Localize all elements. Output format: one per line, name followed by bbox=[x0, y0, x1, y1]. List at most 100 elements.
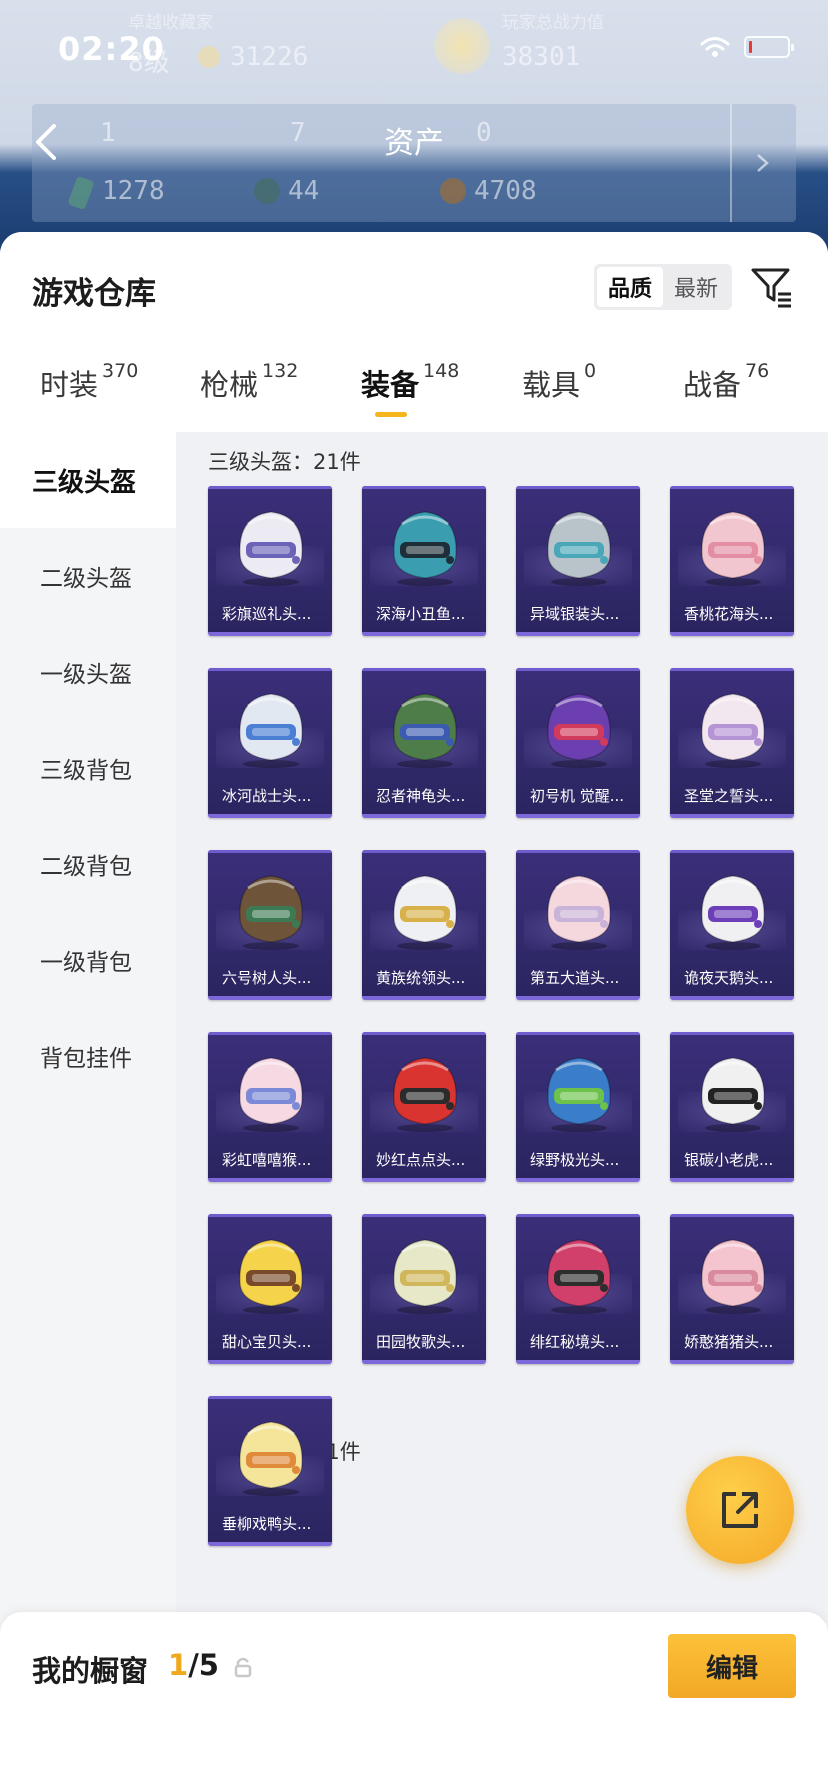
showcase-label: 我的橱窗 bbox=[32, 1654, 149, 1688]
coin-amount: 31226 bbox=[230, 42, 309, 72]
item-card[interactable]: 深海小丑鱼... bbox=[362, 486, 486, 636]
helmet-icon bbox=[701, 1239, 765, 1314]
item-card[interactable]: 冰河战士头... bbox=[208, 668, 332, 818]
item-name: 彩旗巡礼头... bbox=[222, 605, 312, 623]
item-card[interactable]: 彩旗巡礼头... bbox=[208, 486, 332, 636]
active-tab-indicator bbox=[375, 412, 407, 417]
tab-count: 132 bbox=[262, 360, 299, 382]
item-card[interactable]: 黄族统领头... bbox=[362, 850, 486, 1000]
item-card[interactable]: 银碳小老虎... bbox=[670, 1032, 794, 1182]
battery-icon bbox=[744, 36, 794, 58]
item-name: 忍者神龟头... bbox=[376, 787, 466, 805]
helmet-icon bbox=[547, 1239, 611, 1314]
edit-button[interactable]: 编辑 bbox=[668, 1634, 796, 1698]
helmet-icon bbox=[239, 1057, 303, 1132]
sidebar-item-level2-backpack[interactable]: 二级背包 bbox=[0, 816, 176, 912]
tab-vehicles[interactable]: 载具 0 bbox=[522, 360, 597, 404]
warehouse-title: 游戏仓库 bbox=[32, 276, 156, 312]
item-name: 绿野极光头... bbox=[530, 1151, 620, 1169]
tab-combat-gear[interactable]: 战备 76 bbox=[683, 360, 770, 404]
section-title-level3-helmet: 三级头盔：21件 bbox=[208, 450, 361, 474]
showcase-bar: 我的橱窗 1/5 编辑 bbox=[0, 1612, 828, 1792]
tab-label: 时装 bbox=[40, 368, 99, 402]
helmet-icon bbox=[393, 875, 457, 950]
item-card[interactable]: 六号树人头... bbox=[208, 850, 332, 1000]
sort-quality-button[interactable]: 品质 bbox=[597, 267, 663, 307]
helmet-icon bbox=[239, 693, 303, 768]
sidebar-item-level3-backpack[interactable]: 三级背包 bbox=[0, 720, 176, 816]
power-emblem-icon bbox=[434, 18, 490, 74]
item-name: 银碳小老虎... bbox=[684, 1151, 774, 1169]
bronze-coin-icon bbox=[440, 178, 466, 204]
power-label: 玩家总战力值 bbox=[502, 13, 604, 33]
sort-newest-button[interactable]: 最新 bbox=[663, 267, 729, 307]
item-name: 甜心宝贝头... bbox=[222, 1333, 312, 1351]
sidebar-item-level1-backpack[interactable]: 一级背包 bbox=[0, 912, 176, 1008]
item-name: 圣堂之誓头... bbox=[684, 787, 774, 805]
stat-row3-b: 44 bbox=[288, 176, 320, 206]
category-tabs: 时装 370 枪械 132 装备 148 载具 0 战备 76 bbox=[0, 360, 828, 424]
helmet-icon bbox=[393, 693, 457, 768]
subcategory-sidebar: 三级头盔 二级头盔 一级头盔 三级背包 二级背包 一级背包 背包挂件 bbox=[0, 432, 176, 1622]
helmet-icon bbox=[239, 511, 303, 586]
item-name: 垂柳戏鸭头... bbox=[222, 1515, 312, 1533]
item-name: 黄族统领头... bbox=[376, 969, 466, 987]
item-card[interactable]: 绿野极光头... bbox=[516, 1032, 640, 1182]
item-name: 深海小丑鱼... bbox=[376, 605, 466, 623]
item-name: 娇憨猪猪头... bbox=[684, 1333, 774, 1351]
item-card[interactable]: 圣堂之誓头... bbox=[670, 668, 794, 818]
tab-label: 载具 bbox=[522, 368, 581, 402]
tab-count: 148 bbox=[423, 360, 460, 382]
wifi-icon bbox=[700, 37, 730, 57]
helmet-icon bbox=[239, 875, 303, 950]
item-card[interactable]: 垂柳戏鸭头... bbox=[208, 1396, 332, 1546]
item-card[interactable]: 第五大道头... bbox=[516, 850, 640, 1000]
tab-count: 0 bbox=[584, 360, 597, 382]
helmet-icon bbox=[547, 1057, 611, 1132]
item-name: 绯红秘境头... bbox=[530, 1333, 620, 1351]
stat-row3-c: 4708 bbox=[474, 176, 537, 206]
tab-count: 370 bbox=[102, 360, 139, 382]
item-name: 第五大道头... bbox=[530, 969, 620, 987]
power-value: 38301 bbox=[502, 42, 581, 72]
share-fab[interactable] bbox=[686, 1456, 794, 1564]
warehouse-sheet: 游戏仓库 品质 最新 时装 370 枪械 132 装备 148 载具 0 战备 … bbox=[0, 232, 828, 1792]
status-icons bbox=[700, 36, 794, 58]
helmet-icon bbox=[701, 1057, 765, 1132]
item-card[interactable]: 诡夜天鹅头... bbox=[670, 850, 794, 1000]
item-name: 香桃花海头... bbox=[684, 605, 774, 623]
item-card[interactable]: 异域银装头... bbox=[516, 486, 640, 636]
item-card[interactable]: 田园牧歌头... bbox=[362, 1214, 486, 1364]
share-external-icon bbox=[722, 1492, 758, 1528]
filter-icon[interactable] bbox=[750, 266, 794, 308]
tab-weapons[interactable]: 枪械 132 bbox=[200, 360, 299, 404]
tab-label: 装备 bbox=[361, 368, 420, 402]
item-name: 彩虹嘻嘻猴... bbox=[222, 1151, 312, 1169]
helmet-icon bbox=[239, 1421, 303, 1496]
item-card[interactable]: 娇憨猪猪头... bbox=[670, 1214, 794, 1364]
item-card[interactable]: 忍者神龟头... bbox=[362, 668, 486, 818]
sidebar-item-level1-helmet[interactable]: 一级头盔 bbox=[0, 624, 176, 720]
item-card[interactable]: 妙红点点头... bbox=[362, 1032, 486, 1182]
sidebar-item-level3-helmet[interactable]: 三级头盔 bbox=[0, 432, 176, 528]
tab-label: 战备 bbox=[683, 368, 742, 402]
helmet-icon bbox=[239, 1239, 303, 1314]
item-card[interactable]: 彩虹嘻嘻猴... bbox=[208, 1032, 332, 1182]
helmet-icon bbox=[393, 511, 457, 586]
sidebar-item-backpack-charm[interactable]: 背包挂件 bbox=[0, 1008, 176, 1104]
item-grid: 三级头盔：21件 二级头盔：11件 彩旗巡礼头...深海小丑鱼...异域银装头.… bbox=[176, 432, 828, 1622]
tab-fashion[interactable]: 时装 370 bbox=[40, 360, 139, 404]
item-card[interactable]: 香桃花海头... bbox=[670, 486, 794, 636]
item-name: 初号机 觉醒... bbox=[530, 787, 625, 805]
tab-equipment[interactable]: 装备 148 bbox=[361, 360, 460, 417]
helmet-icon bbox=[701, 693, 765, 768]
item-card[interactable]: 甜心宝贝头... bbox=[208, 1214, 332, 1364]
item-card[interactable]: 初号机 觉醒... bbox=[516, 668, 640, 818]
helmet-icon bbox=[701, 511, 765, 586]
medal-icon bbox=[254, 178, 280, 204]
sidebar-item-level2-helmet[interactable]: 二级头盔 bbox=[0, 528, 176, 624]
item-name: 田园牧歌头... bbox=[376, 1333, 466, 1351]
tab-count: 76 bbox=[745, 360, 770, 382]
showcase-total: /5 bbox=[188, 1648, 219, 1682]
item-card[interactable]: 绯红秘境头... bbox=[516, 1214, 640, 1364]
